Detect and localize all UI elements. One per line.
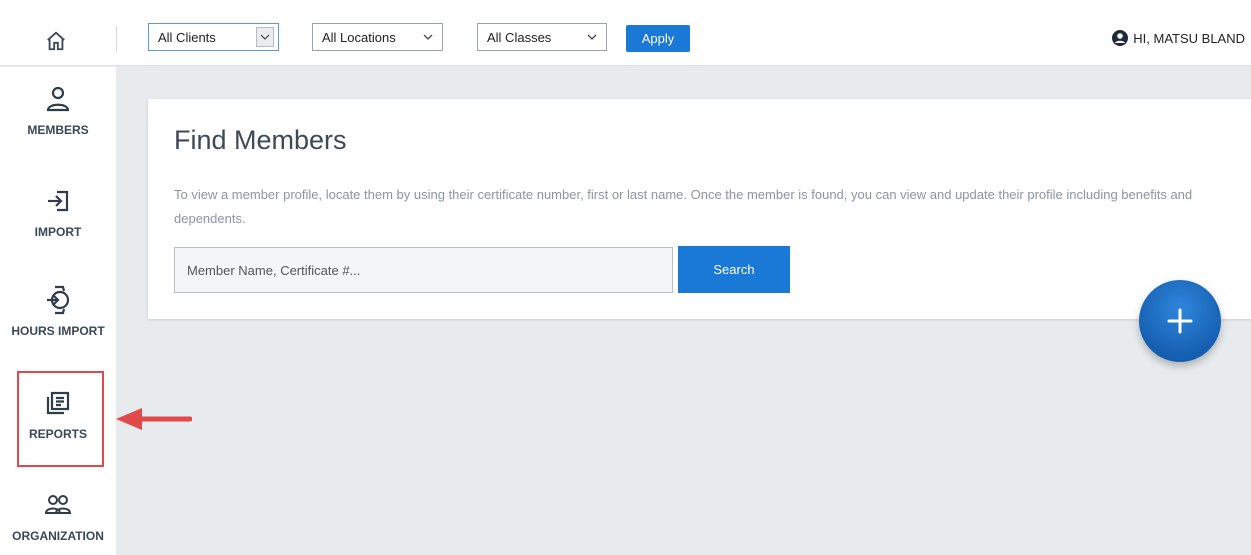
- apply-button[interactable]: Apply: [626, 25, 690, 52]
- locations-select-value: All Locations: [322, 29, 396, 45]
- sidebar-item-label: ORGANIZATION: [12, 529, 104, 543]
- chevron-down-icon: [587, 34, 597, 40]
- chevron-down-icon: [423, 34, 433, 40]
- classes-select[interactable]: All Classes: [477, 23, 607, 51]
- plus-icon: [1167, 308, 1193, 334]
- sidebar-item-label: HOURS IMPORT: [11, 324, 105, 338]
- user-greeting: HI, MATSU BLAND: [1133, 30, 1245, 46]
- add-button[interactable]: [1139, 280, 1221, 362]
- search-button[interactable]: Search: [678, 246, 790, 293]
- sidebar-item-label: MEMBERS: [27, 123, 89, 137]
- home-button[interactable]: [36, 24, 76, 58]
- chevron-down-icon: [260, 34, 270, 40]
- organization-icon: [44, 491, 72, 519]
- top-bar: All Clients All Locations All Classes Ap…: [0, 0, 1251, 66]
- sidebar-item-import[interactable]: IMPORT: [0, 187, 116, 239]
- header-divider: [116, 26, 117, 52]
- sidebar-item-organization[interactable]: ORGANIZATION: [0, 491, 116, 543]
- sidebar-item-hours-import[interactable]: HOURS IMPORT: [0, 285, 116, 338]
- home-icon: [47, 31, 65, 51]
- locations-select[interactable]: All Locations: [312, 23, 443, 51]
- page-description: To view a member profile, locate them by…: [174, 187, 1193, 226]
- member-search-input[interactable]: Member Name, Certificate #...: [174, 247, 673, 293]
- reports-highlight-box: [17, 371, 104, 467]
- user-circle-icon: [1112, 30, 1129, 46]
- page-title: Find Members: [174, 125, 347, 155]
- sidebar-item-members[interactable]: MEMBERS: [0, 85, 116, 137]
- clients-select-value: All Clients: [158, 29, 216, 45]
- classes-select-value: All Classes: [487, 29, 552, 45]
- pointer-arrow-icon: [116, 408, 192, 430]
- find-members-card: Find Members To view a member profile, l…: [148, 99, 1251, 319]
- clients-select[interactable]: All Clients: [148, 23, 279, 51]
- import-icon: [44, 187, 72, 215]
- clients-dropdown-button[interactable]: [256, 27, 274, 47]
- user-menu[interactable]: HI, MATSU BLAND: [1112, 30, 1245, 46]
- sidebar-item-label: IMPORT: [34, 225, 82, 239]
- person-icon: [44, 85, 72, 113]
- sidebar: MEMBERS IMPORT HOURS IMPORT REPORTS ORGA…: [0, 67, 116, 555]
- hours-import-icon: [44, 285, 72, 315]
